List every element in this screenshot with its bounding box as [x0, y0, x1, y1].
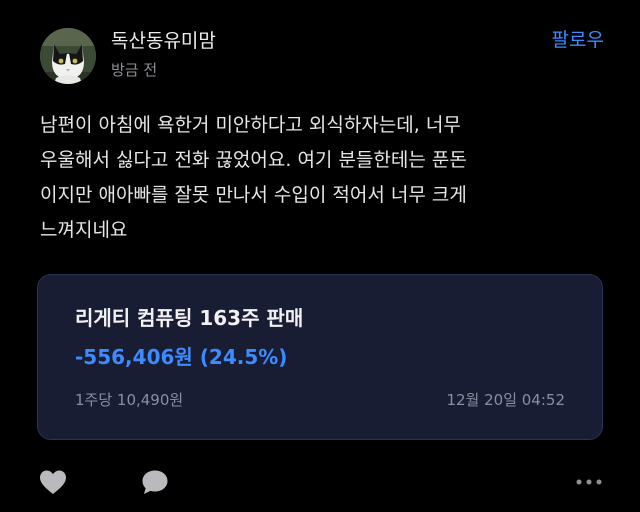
cat-avatar-image — [40, 28, 96, 84]
post-text: 남편이 아침에 욕한거 미안하다고 외식하자는데, 너무 우울해서 싫다고 전화… — [40, 114, 467, 241]
trade-date: 12월 20일 04:52 — [446, 391, 565, 409]
heart-icon[interactable] — [38, 468, 68, 500]
avatar[interactable] — [40, 28, 96, 84]
more-icon[interactable] — [574, 472, 604, 496]
comment-icon[interactable] — [140, 468, 170, 500]
author-name[interactable]: 독산동유미맘 — [111, 29, 216, 53]
trade-profit-loss: -556,406원 (24.5%) — [75, 345, 288, 369]
post: 독산동유미맘 방금 전 팔로우 남편이 아침에 욕한거 미안하다고 외식하자는데… — [0, 0, 640, 512]
trade-per-share-price: 1주당 10,490원 — [75, 391, 184, 409]
follow-button[interactable]: 팔로우 — [552, 27, 604, 53]
trade-card[interactable]: 리게티 컴퓨팅 163주 판매 -556,406원 (24.5%) 1주당 10… — [37, 274, 603, 440]
trade-title: 리게티 컴퓨팅 163주 판매 — [75, 306, 304, 330]
post-time: 방금 전 — [111, 61, 158, 79]
